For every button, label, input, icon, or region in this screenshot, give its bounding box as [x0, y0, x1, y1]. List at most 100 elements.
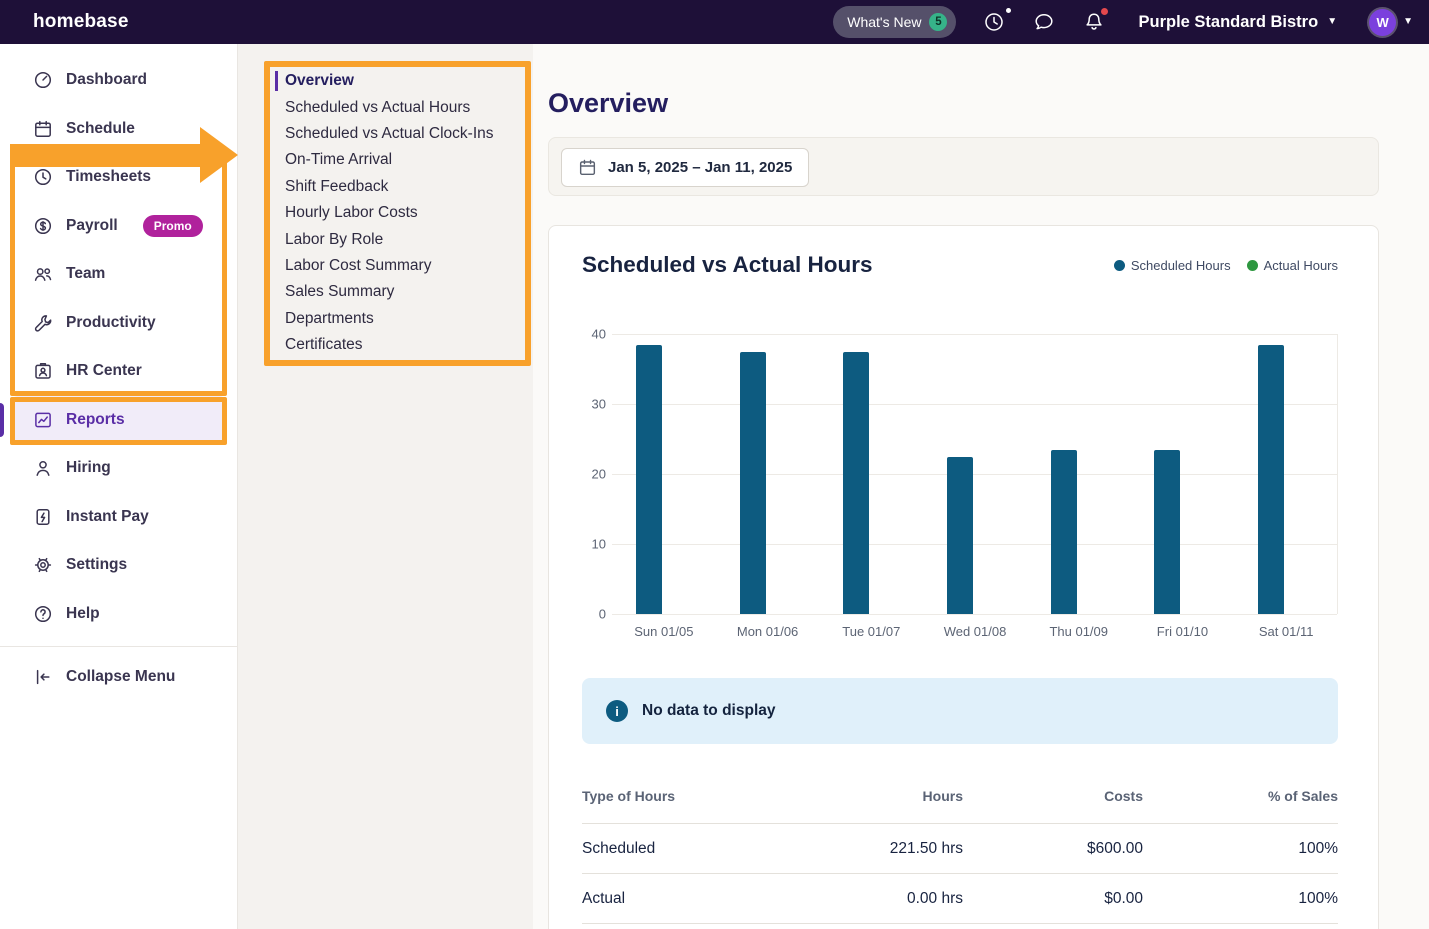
reports-nav-item-sales-summary[interactable]: Sales Summary: [285, 279, 533, 305]
clock-notification-dot: [1006, 8, 1011, 13]
y-axis: 010203040: [582, 334, 612, 614]
gridline: [612, 614, 1337, 615]
sidebar-item-label: Reports: [66, 411, 125, 429]
whats-new-button[interactable]: What's New 5: [833, 6, 956, 38]
reports-nav-item-departments[interactable]: Departments: [285, 306, 533, 332]
sidebar-item-hiring[interactable]: Hiring: [0, 444, 237, 493]
time-clock-icon[interactable]: [982, 10, 1006, 34]
sidebar-item-timesheets[interactable]: Timesheets: [0, 153, 237, 202]
chevron-down-icon: ▼: [1403, 17, 1413, 27]
table-cell: 221.50 hrs: [753, 840, 963, 858]
collapse-icon: [33, 667, 53, 687]
messages-icon[interactable]: [1032, 10, 1056, 34]
reports-nav-item-labor-by-role[interactable]: Labor By Role: [285, 226, 533, 252]
topbar: homebase What's New 5 Purple Standard Bi…: [0, 0, 1429, 44]
business-name: Purple Standard Bistro: [1138, 13, 1318, 32]
bar-group-sun-01-05: [612, 334, 716, 614]
sidebar-item-label: Dashboard: [66, 71, 147, 89]
legend-label: Actual Hours: [1264, 258, 1338, 273]
bar-scheduled-hours: [947, 457, 973, 615]
promo-badge: Promo: [143, 215, 203, 237]
account-menu-button[interactable]: W ▼: [1369, 9, 1413, 36]
no-data-message: No data to display: [642, 702, 776, 720]
y-axis-label: 10: [592, 537, 606, 552]
sidebar-item-team[interactable]: Team: [0, 250, 237, 299]
table-cell: $600.00: [963, 840, 1143, 858]
info-icon: i: [606, 700, 628, 722]
body-row: Dashboard Schedule Timesheets Payroll Promo T…: [0, 44, 1429, 929]
table-row-actual: Actual0.00 hrs$0.00100%: [582, 874, 1338, 924]
reports-icon: [33, 410, 53, 430]
bar-group-sat-01-11: [1233, 334, 1337, 614]
sidebar-item-label: Hiring: [66, 459, 111, 477]
sidebar-item-label: HR Center: [66, 362, 142, 380]
y-axis-label: 0: [599, 607, 606, 622]
notifications-bell-icon[interactable]: [1082, 10, 1106, 34]
sidebar-item-instant-pay[interactable]: Instant Pay: [0, 493, 237, 542]
no-data-banner: i No data to display: [582, 678, 1338, 744]
sidebar-item-payroll[interactable]: Payroll Promo: [0, 202, 237, 251]
table-header-of-sales: % of Sales: [1143, 788, 1338, 804]
x-axis-label: Wed 01/08: [923, 624, 1027, 648]
topbar-right: What's New 5 Purple Standard Bistro ▼ W …: [833, 6, 1413, 38]
date-range-value: Jan 5, 2025 – Jan 11, 2025: [608, 159, 792, 176]
bell-notification-dot: [1101, 8, 1108, 15]
chart-legend: Scheduled Hours Actual Hours: [1114, 258, 1338, 273]
date-filter-panel: Jan 5, 2025 – Jan 11, 2025: [548, 137, 1379, 196]
reports-nav-item-scheduled-vs-actual-clock-ins[interactable]: Scheduled vs Actual Clock-Ins: [285, 121, 533, 147]
reports-nav-item-overview[interactable]: Overview: [285, 68, 533, 94]
table-cell: 100%: [1143, 890, 1338, 908]
sidebar-item-label: Help: [66, 605, 100, 623]
table-cell: Actual: [582, 890, 753, 908]
y-axis-label: 20: [592, 467, 606, 482]
legend-item: Actual Hours: [1247, 258, 1338, 273]
sidebar-item-dashboard[interactable]: Dashboard: [0, 56, 237, 105]
team-icon: [33, 264, 53, 284]
x-axis-label: Sat 01/11: [1234, 624, 1338, 648]
bar-group-thu-01-09: [1026, 334, 1130, 614]
bar-chart: 010203040: [582, 334, 1338, 614]
chart-plot-area: [612, 334, 1338, 614]
reports-nav-list: OverviewScheduled vs Actual HoursSchedul…: [285, 68, 533, 358]
reports-nav-item-certificates[interactable]: Certificates: [285, 332, 533, 358]
bar-groups: [612, 334, 1337, 614]
y-axis-label: 40: [592, 327, 606, 342]
table-header-row: Type of HoursHoursCosts% of Sales: [582, 768, 1338, 824]
sidebar-item-reports[interactable]: Reports: [10, 396, 227, 445]
schedule-icon: [33, 119, 53, 139]
bar-group-fri-01-10: [1130, 334, 1234, 614]
legend-label: Scheduled Hours: [1131, 258, 1231, 273]
whats-new-badge: 5: [929, 13, 947, 31]
sidebar-item-help[interactable]: Help: [0, 590, 237, 639]
sidebar-item-settings[interactable]: Settings: [0, 541, 237, 590]
sidebar-item-label: Timesheets: [66, 168, 151, 186]
reports-nav-item-on-time-arrival[interactable]: On-Time Arrival: [285, 147, 533, 173]
reports-nav: OverviewScheduled vs Actual HoursSchedul…: [238, 44, 533, 929]
collapse-menu-button[interactable]: Collapse Menu: [0, 653, 237, 702]
table-header-costs: Costs: [963, 788, 1143, 804]
calendar-icon: [578, 158, 597, 177]
sidebar-item-productivity[interactable]: Productivity: [0, 299, 237, 348]
sidebar-item-schedule[interactable]: Schedule: [0, 105, 237, 154]
hours-table: Type of HoursHoursCosts% of Sales Schedul…: [582, 768, 1338, 924]
dashboard-icon: [33, 70, 53, 90]
table-cell: Scheduled: [582, 840, 753, 858]
business-selector[interactable]: Purple Standard Bistro ▼: [1132, 12, 1343, 33]
card-title: Scheduled vs Actual Hours: [582, 252, 873, 278]
sidebar-item-label: Payroll: [66, 217, 118, 235]
x-axis-label: Sun 01/05: [612, 624, 716, 648]
sidebar-item-label: Schedule: [66, 120, 135, 138]
reports-nav-item-hourly-labor-costs[interactable]: Hourly Labor Costs: [285, 200, 533, 226]
legend-dot: [1114, 260, 1125, 271]
sidebar-item-label: Team: [66, 265, 105, 283]
sidebar-divider: [0, 646, 237, 647]
reports-nav-item-labor-cost-summary[interactable]: Labor Cost Summary: [285, 253, 533, 279]
reports-nav-item-shift-feedback[interactable]: Shift Feedback: [285, 174, 533, 200]
card-header: Scheduled vs Actual Hours Scheduled Hour…: [582, 252, 1338, 278]
bar-scheduled-hours: [1258, 345, 1284, 615]
sidebar-item-hr-center[interactable]: HR Center: [0, 347, 237, 396]
scheduled-vs-actual-card: Scheduled vs Actual Hours Scheduled Hour…: [548, 225, 1379, 929]
y-axis-label: 30: [592, 397, 606, 412]
reports-nav-item-scheduled-vs-actual-hours[interactable]: Scheduled vs Actual Hours: [285, 94, 533, 120]
date-range-picker[interactable]: Jan 5, 2025 – Jan 11, 2025: [561, 148, 809, 187]
